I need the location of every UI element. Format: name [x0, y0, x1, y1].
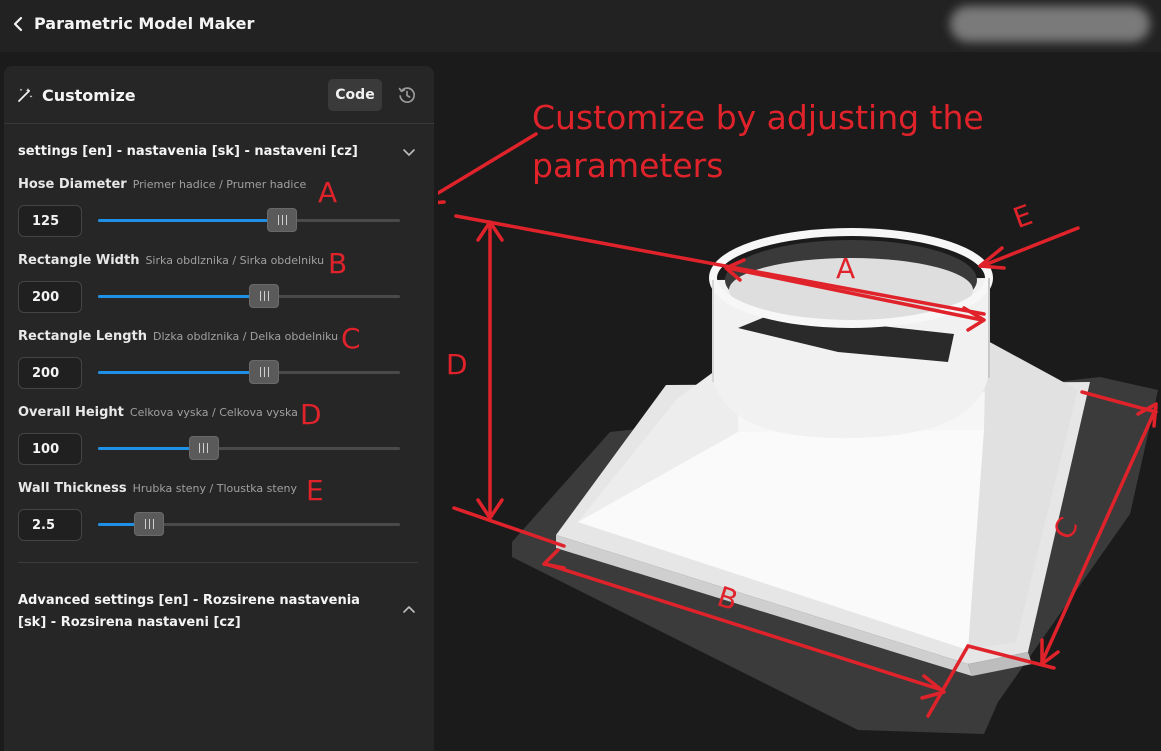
magic-wand-icon	[18, 88, 33, 102]
hose-diameter-input[interactable]: 125	[18, 205, 82, 237]
app-title: Parametric Model Maker	[34, 14, 255, 33]
slider-fill	[98, 447, 204, 450]
rectangle-length-slider[interactable]	[98, 360, 400, 384]
slider-thumb[interactable]	[267, 208, 298, 232]
annotation-letter-d: D	[300, 398, 322, 431]
section-divider	[18, 562, 418, 563]
rectangle-width-input[interactable]: 200	[18, 281, 82, 313]
annotation-arrow-to-panel	[418, 132, 538, 206]
annotation-letter-c: C	[341, 322, 361, 355]
wall-thickness-input[interactable]: 2.5	[18, 509, 82, 541]
slider-fill	[98, 295, 265, 298]
advanced-settings-title[interactable]: Advanced settings [en] - Rozsirene nasta…	[18, 590, 378, 634]
overall-height-slider[interactable]	[98, 436, 400, 460]
annotation-letter-a-model: A	[836, 252, 856, 285]
customize-panel: Customize Code settings [en] - nastaveni…	[4, 66, 434, 751]
rectangle-width-slider[interactable]	[98, 284, 400, 308]
panel-header: Customize Code	[4, 66, 434, 124]
annotation-caption: Customize by adjusting the parameters	[532, 98, 984, 185]
panel-title: Customize	[42, 86, 136, 105]
rectangle-length-input[interactable]: 200	[18, 357, 82, 389]
history-icon	[398, 87, 415, 103]
slider-thumb[interactable]	[249, 284, 280, 308]
wall-thickness-label: Wall Thickness Hrubka steny / Tloustka st…	[18, 481, 297, 496]
annotation-e-line	[980, 226, 1080, 268]
chevron-left-icon	[13, 16, 23, 32]
overall-height-input[interactable]: 100	[18, 433, 82, 465]
slider-thumb[interactable]	[134, 512, 165, 536]
annotation-letter-a: A	[318, 176, 338, 209]
settings-section-title[interactable]: settings [en] - nastavenia [sk] - nastav…	[18, 144, 358, 159]
slider-fill	[98, 219, 283, 222]
annotation-letter-b: B	[328, 247, 348, 280]
slider-thumb[interactable]	[249, 360, 280, 384]
rectangle-length-label: Rectangle Length Dlzka obdlznika / Delka …	[18, 329, 339, 344]
chevron-down-icon[interactable]	[402, 145, 416, 159]
wall-thickness-slider[interactable]	[98, 512, 400, 536]
top-bar: Parametric Model Maker	[0, 0, 1161, 52]
rectangle-width-label: Rectangle Width Sirka obdlznika / Sirka o…	[18, 253, 325, 268]
annotation-letter-d-model: D	[446, 348, 468, 381]
overall-height-label: Overall Height Celkova vyska / Celkova vy…	[18, 405, 298, 420]
hose-diameter-slider[interactable]	[98, 208, 400, 232]
back-button[interactable]	[8, 12, 28, 36]
hose-diameter-label: Hose Diameter Priemer hadice / Prumer had…	[18, 177, 307, 192]
slider-thumb[interactable]	[188, 436, 219, 460]
code-button[interactable]: Code	[328, 79, 382, 111]
blurred-user-area	[950, 6, 1150, 42]
annotation-letter-e: E	[306, 474, 324, 507]
slider-fill	[98, 371, 265, 374]
history-button[interactable]	[394, 82, 420, 108]
chevron-up-icon[interactable]	[402, 603, 416, 617]
